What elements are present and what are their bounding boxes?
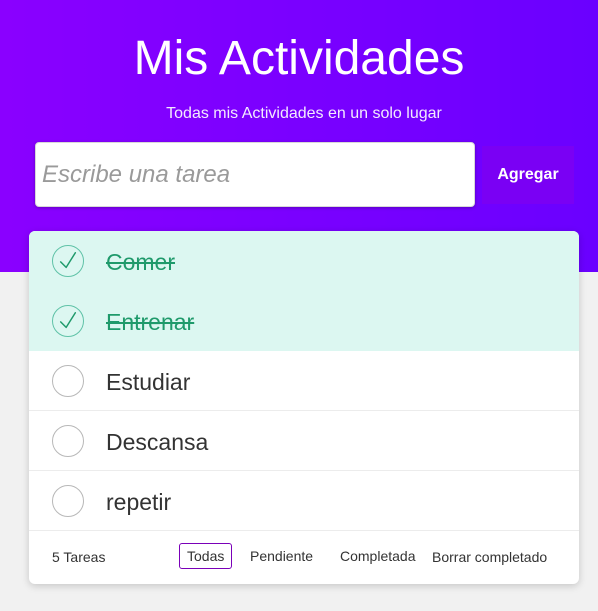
filter-all-button[interactable]: Todas bbox=[179, 543, 233, 569]
filter-pending-button[interactable]: Pendiente bbox=[242, 543, 321, 569]
task-toggle-2[interactable] bbox=[52, 365, 84, 397]
new-task-input[interactable] bbox=[35, 142, 475, 207]
checkmark-icon bbox=[59, 312, 77, 329]
filter-completed-button[interactable]: Completada bbox=[332, 543, 424, 569]
add-task-button[interactable]: Agregar bbox=[482, 146, 574, 204]
task-toggle-1[interactable] bbox=[52, 305, 84, 337]
page-title: Mis Actividades bbox=[133, 32, 465, 85]
task-card: Comer Entrenar Estudiar Descansa repetir… bbox=[29, 231, 579, 584]
task-label: repetir bbox=[106, 489, 172, 515]
task-toggle-0[interactable] bbox=[52, 245, 84, 277]
task-label: Comer bbox=[106, 249, 176, 275]
checkmark-icon bbox=[59, 252, 77, 269]
task-item-4: repetir bbox=[29, 471, 579, 531]
task-label: Estudiar bbox=[106, 369, 191, 395]
task-list: Comer Entrenar Estudiar Descansa repetir bbox=[29, 231, 579, 531]
task-count: 5 Tareas bbox=[52, 549, 106, 565]
task-footer: 5 Tareas Todas Pendiente Completada Borr… bbox=[29, 531, 579, 584]
task-label: Entrenar bbox=[106, 309, 195, 335]
task-item-0: Comer bbox=[29, 231, 579, 291]
page-subtitle: Todas mis Actividades en un solo lugar bbox=[166, 105, 442, 122]
task-item-1: Entrenar bbox=[29, 291, 579, 351]
clear-completed-button[interactable]: Borrar completado bbox=[432, 549, 547, 565]
task-label: Descansa bbox=[106, 429, 209, 455]
task-toggle-4[interactable] bbox=[52, 485, 84, 517]
task-item-3: Descansa bbox=[29, 411, 579, 471]
task-item-2: Estudiar bbox=[29, 351, 579, 411]
task-toggle-3[interactable] bbox=[52, 425, 84, 457]
